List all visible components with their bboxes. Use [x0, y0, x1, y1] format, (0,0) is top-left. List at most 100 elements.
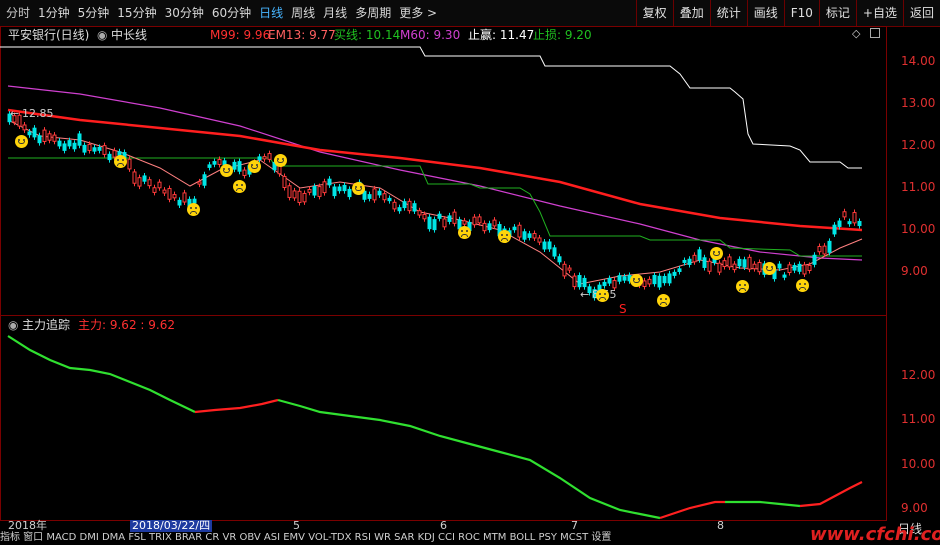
mark-button[interactable]: 标记: [818, 0, 856, 26]
sad-face-icon: [233, 180, 246, 193]
happy-face-icon: [274, 154, 287, 167]
candle-body: [537, 237, 542, 243]
candle-body: [52, 134, 57, 142]
candle-body: [257, 156, 262, 161]
candle-body: [732, 263, 737, 271]
candle-body: [447, 215, 452, 222]
tab-15min[interactable]: 15分钟: [117, 0, 156, 26]
price-axis-label: 10.00: [901, 222, 936, 236]
candle-body: [37, 135, 42, 144]
candle-body: [432, 219, 437, 231]
candle-body: [572, 275, 577, 288]
candle-body: [782, 274, 787, 278]
candle-body: [687, 258, 692, 265]
candle-body: [87, 143, 92, 151]
candle-body: [142, 175, 147, 182]
candle-body: [162, 189, 167, 194]
candle-body: [177, 199, 182, 206]
candle-body: [382, 193, 387, 201]
candle-body: [477, 216, 482, 224]
tab-daily[interactable]: 日线: [259, 0, 283, 26]
candle-body: [72, 142, 77, 150]
candle-body: [337, 186, 342, 192]
year-label: 2018年: [8, 519, 47, 532]
candle-body: [242, 169, 247, 176]
candle-body: [157, 181, 162, 189]
price-axis-label: 13.00: [901, 96, 936, 110]
candle-body: [472, 216, 477, 226]
candle-body: [237, 161, 242, 172]
tab-1min[interactable]: 1分钟: [38, 0, 70, 26]
candle-body: [492, 219, 497, 227]
candle-body: [462, 220, 467, 225]
candle-body: [327, 178, 332, 186]
candle-body: [292, 190, 297, 199]
period-tabs: 分时 1分钟 5分钟 15分钟 30分钟 60分钟 日线 周线 月线 多周期 更…: [6, 0, 445, 26]
candle-body: [387, 197, 392, 202]
candle-body: [827, 240, 832, 253]
candle-body: [602, 281, 607, 287]
tab-5min[interactable]: 5分钟: [78, 0, 110, 26]
candle-body: [662, 275, 667, 284]
candle-body: [107, 153, 112, 161]
candle-body: [837, 220, 842, 227]
main-force-chart[interactable]: [0, 330, 886, 520]
candle-body: [82, 144, 87, 153]
candle-body: [747, 256, 752, 270]
candle-body: [77, 133, 82, 146]
candle-body: [212, 161, 217, 165]
candle-body: [282, 175, 287, 189]
candle-body: [692, 254, 697, 263]
happy-face-icon: [710, 247, 723, 260]
candle-body: [612, 280, 617, 289]
candle-body: [787, 264, 792, 273]
candle-body: [402, 201, 407, 209]
candle-body: [817, 245, 822, 253]
candle-body: [757, 261, 762, 273]
candle-body: [392, 201, 397, 210]
adjust-button[interactable]: 复权: [635, 0, 673, 26]
happy-face-icon: [220, 164, 233, 177]
tab-intraday[interactable]: 分时: [6, 0, 30, 26]
candlestick-chart[interactable]: ← 12.85 ← 8.55 S: [0, 44, 886, 314]
candle-body: [517, 224, 522, 238]
month-label: 5: [293, 519, 300, 532]
candle-body: [807, 264, 812, 271]
tab-30min[interactable]: 30分钟: [165, 0, 204, 26]
tab-more[interactable]: 更多 >: [399, 0, 437, 26]
sad-face-icon: [736, 280, 749, 293]
period-toolbar: 分时 1分钟 5分钟 15分钟 30分钟 60分钟 日线 周线 月线 多周期 更…: [0, 0, 940, 27]
happy-face-icon: [630, 274, 643, 287]
month-label: 8: [717, 519, 724, 532]
add-watchlist-button[interactable]: +自选: [855, 0, 903, 26]
tab-multi-period[interactable]: 多周期: [355, 0, 391, 26]
tab-weekly[interactable]: 周线: [291, 0, 315, 26]
overlay-button[interactable]: 叠加: [672, 0, 710, 26]
candle-body: [452, 211, 457, 224]
candle-body: [667, 273, 672, 284]
price-axis-label: 9.00: [901, 264, 928, 278]
statistics-button[interactable]: 统计: [709, 0, 747, 26]
indicator-tab-strip[interactable]: 指标 窗口 MACD DMI DMA FSL TRIX BRAR CR VR O…: [0, 533, 611, 543]
candle-body: [232, 161, 237, 170]
candle-body: [797, 263, 802, 272]
draw-line-button[interactable]: 画线: [746, 0, 784, 26]
candle-body: [647, 278, 652, 285]
candle-body: [62, 143, 67, 151]
candle-body: [532, 233, 537, 239]
tab-monthly[interactable]: 月线: [323, 0, 347, 26]
candle-body: [322, 181, 327, 194]
candle-body: [717, 262, 722, 273]
candle-body: [722, 260, 727, 268]
month-label: 6: [440, 519, 447, 532]
take-profit-line: [0, 46, 862, 169]
main-force-rising-line: [799, 481, 863, 508]
tab-60min[interactable]: 60分钟: [212, 0, 251, 26]
f10-button[interactable]: F10: [783, 0, 819, 26]
candle-body: [577, 275, 582, 288]
sad-face-icon: [796, 279, 809, 292]
back-button[interactable]: 返回: [902, 0, 940, 26]
candle-body: [672, 271, 677, 276]
candle-body: [442, 218, 447, 228]
candle-body: [547, 241, 552, 250]
